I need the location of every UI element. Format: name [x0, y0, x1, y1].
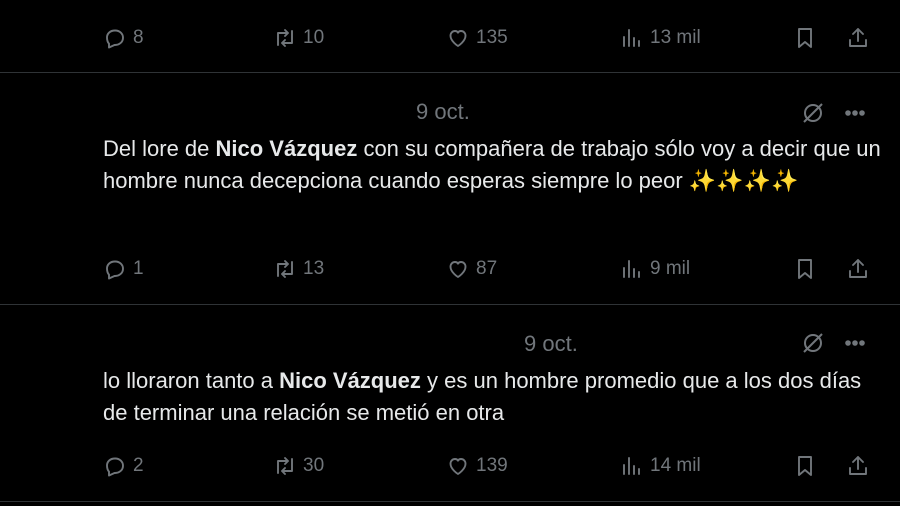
more-icon[interactable]	[840, 100, 870, 126]
bookmark-icon	[798, 28, 812, 48]
like-count: 139	[476, 455, 508, 476]
share-icon	[849, 456, 867, 475]
post-text-before: lo lloraron tanto a	[103, 368, 280, 393]
repost-button[interactable]: 30	[273, 451, 324, 481]
mention-name[interactable]: Nico Vázquez	[216, 136, 358, 161]
repost-icon	[277, 457, 293, 475]
post-0[interactable]: 8 10 135 13 mil	[0, 0, 900, 73]
post-text-before: Del lore de	[103, 136, 216, 161]
like-count: 135	[476, 27, 508, 48]
like-button[interactable]: 139	[446, 451, 508, 481]
views-count: 9 mil	[650, 258, 691, 279]
bookmark-button[interactable]	[793, 254, 817, 284]
share-icon	[849, 28, 867, 47]
repost-count: 10	[303, 27, 325, 48]
post-actions: 2 30 139 14 mil	[103, 451, 871, 481]
repost-button[interactable]: 10	[273, 23, 324, 53]
views-icon	[623, 29, 640, 47]
share-button[interactable]	[846, 451, 870, 481]
reply-icon	[106, 457, 124, 477]
views-icon	[623, 457, 640, 475]
repost-button[interactable]: 13	[273, 254, 324, 284]
post-actions: 8 10 135 13 mil	[103, 23, 871, 53]
repost-count: 13	[303, 258, 325, 279]
reply-button[interactable]: 1	[103, 254, 144, 284]
views-count: 13 mil	[650, 27, 701, 48]
reply-icon	[106, 29, 124, 49]
reply-count: 1	[133, 258, 144, 279]
reply-count: 8	[133, 27, 144, 48]
like-button[interactable]: 87	[446, 254, 497, 284]
post-text: lo lloraron tanto a Nico Vázquez y es un…	[103, 365, 883, 429]
share-button[interactable]	[846, 23, 870, 53]
views-count: 14 mil	[650, 455, 701, 476]
share-icon	[849, 259, 867, 278]
grok-icon[interactable]	[800, 100, 826, 126]
grok-icon[interactable]	[800, 330, 826, 356]
post-date[interactable]: 9 oct.	[524, 331, 578, 357]
bookmark-icon	[798, 259, 812, 279]
post-date[interactable]: 9 oct.	[416, 99, 470, 125]
heart-icon	[449, 458, 467, 475]
post-2[interactable]: 9 oct. lo lloraron tanto a Nico Vázquez …	[0, 305, 900, 502]
heart-icon	[449, 30, 467, 47]
repost-icon	[277, 29, 293, 47]
share-button[interactable]	[846, 254, 870, 284]
post-1[interactable]: 9 oct. Del lore de Nico Vázquez con su c…	[0, 73, 900, 305]
bookmark-button[interactable]	[793, 451, 817, 481]
bookmark-button[interactable]	[793, 23, 817, 53]
reply-button[interactable]: 8	[103, 23, 144, 53]
views-button[interactable]: 13 mil	[620, 23, 701, 53]
reply-icon	[106, 260, 124, 280]
heart-icon	[449, 261, 467, 278]
mention-name[interactable]: Nico Vázquez	[279, 368, 421, 393]
reply-button[interactable]: 2	[103, 451, 144, 481]
views-button[interactable]: 9 mil	[620, 254, 690, 284]
reply-count: 2	[133, 455, 144, 476]
repost-icon	[277, 260, 293, 278]
bookmark-icon	[798, 456, 812, 476]
views-button[interactable]: 14 mil	[620, 451, 701, 481]
more-icon[interactable]	[840, 330, 870, 356]
views-icon	[623, 260, 640, 278]
post-text: Del lore de Nico Vázquez con su compañer…	[103, 133, 883, 197]
repost-count: 30	[303, 455, 325, 476]
like-button[interactable]: 135	[446, 23, 508, 53]
like-count: 87	[476, 258, 498, 279]
post-actions: 1 13 87 9 mil	[103, 254, 871, 284]
